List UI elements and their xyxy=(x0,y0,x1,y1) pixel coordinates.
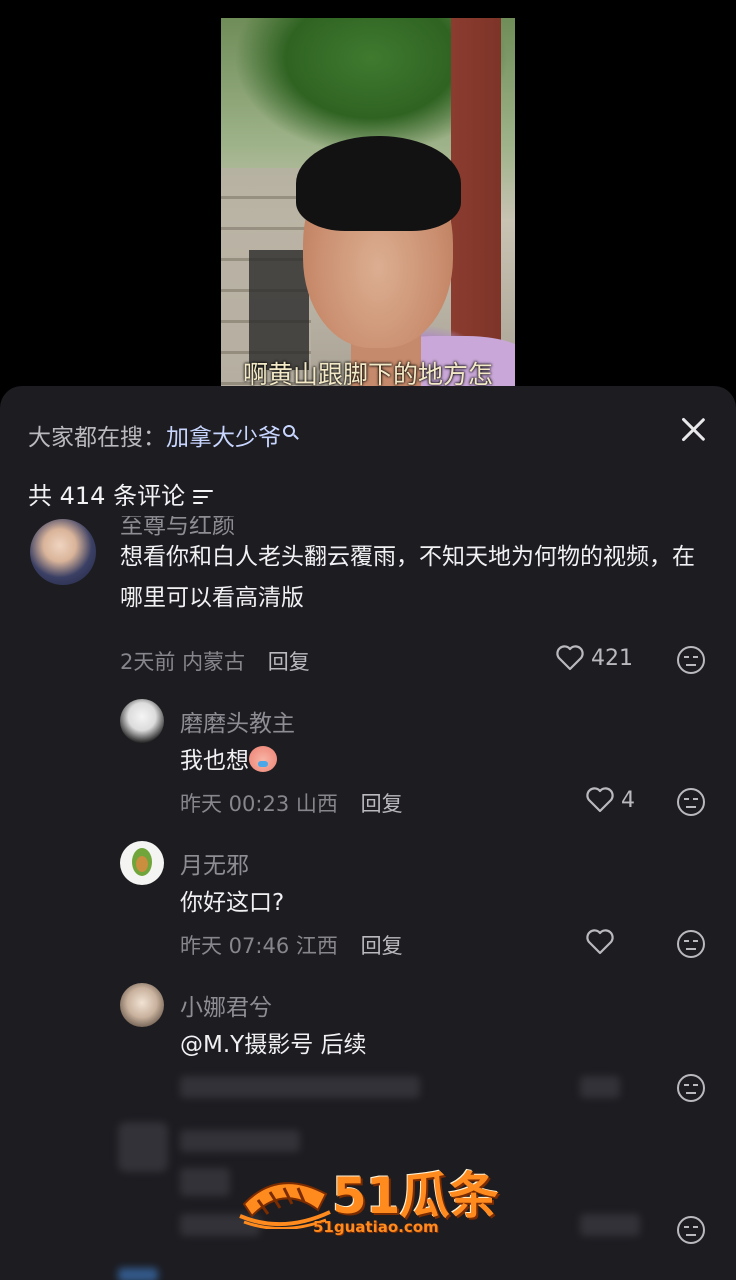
avatar[interactable] xyxy=(30,519,96,585)
watermark: 51瓜条 51guatiao.com xyxy=(238,1156,499,1240)
comment-meta: 昨天 07:46 江西 回复 xyxy=(180,930,403,960)
reply-button[interactable]: 回复 xyxy=(361,934,403,958)
comment-sheet: 大家都在搜：加拿大少爷 共 414 条评论 至尊与红颜 想看你和白人老头翻云覆雨… xyxy=(0,386,736,1280)
blurred-like xyxy=(580,1214,640,1236)
list-item: 月无邪 你好这口? 昨天 07:46 江西 回复 xyxy=(0,838,736,978)
list-item: 磨磨头教主 我也想 昨天 00:23 山西 回复 4 xyxy=(0,696,736,836)
comment-time: 昨天 00:23 xyxy=(180,792,290,816)
reply-button[interactable]: 回复 xyxy=(361,792,403,816)
comment-text[interactable]: @M.Y摄影号 后续 xyxy=(180,1025,367,1066)
blurred-meta xyxy=(180,1076,420,1098)
comment-username[interactable]: 磨磨头教主 xyxy=(180,704,295,738)
like-count: 421 xyxy=(591,645,633,671)
video-window xyxy=(249,250,309,370)
comment-meta: 2天前 内蒙古 回复 xyxy=(120,646,310,676)
dislike-icon[interactable] xyxy=(677,1216,705,1244)
comment-location: 江西 xyxy=(295,934,338,958)
avatar[interactable] xyxy=(120,699,164,743)
dislike-icon[interactable] xyxy=(677,1074,705,1102)
search-icon xyxy=(283,425,295,437)
comment-time: 2天前 xyxy=(120,650,176,674)
like-button[interactable]: 4 xyxy=(585,786,635,814)
comment-location: 山西 xyxy=(295,792,338,816)
blurred-avatar xyxy=(118,1122,168,1172)
comment-text[interactable]: 想看你和白人老头翻云覆雨，不知天地为何物的视频，在哪里可以看高清版 xyxy=(120,537,700,619)
sort-filter-icon[interactable] xyxy=(193,490,214,504)
dislike-icon[interactable] xyxy=(677,646,705,674)
comment-meta: 昨天 00:23 山西 回复 xyxy=(180,788,403,818)
blurred-username xyxy=(180,1130,300,1152)
heart-icon xyxy=(586,929,614,955)
comment-count: 共 414 条评论 xyxy=(28,476,214,511)
trending-search-prefix: 大家都在搜： xyxy=(28,425,166,451)
comment-username[interactable]: 月无邪 xyxy=(180,846,249,880)
like-count: 4 xyxy=(621,787,635,813)
video-player[interactable]: 啊黄山跟脚下的地方怎 xyxy=(0,0,736,400)
close-button[interactable] xyxy=(680,416,706,442)
heart-icon xyxy=(586,787,614,813)
list-item: 小娜君兮 @M.Y摄影号 后续 xyxy=(0,980,736,1120)
blurred-avatar xyxy=(118,1268,158,1280)
trending-search[interactable]: 大家都在搜：加拿大少爷 xyxy=(28,418,295,452)
crying-emoji-icon xyxy=(249,746,277,772)
reply-button[interactable]: 回复 xyxy=(268,650,310,674)
avatar[interactable] xyxy=(120,841,164,885)
comment-text[interactable]: 你好这口? xyxy=(180,883,284,924)
comment-text-content: 我也想 xyxy=(180,748,249,774)
video-subtitle: 啊黄山跟脚下的地方怎 xyxy=(242,360,493,389)
like-button[interactable]: 421 xyxy=(555,644,633,672)
like-button[interactable] xyxy=(585,928,621,956)
video-hair xyxy=(296,136,461,231)
comment-username[interactable]: 小娜君兮 xyxy=(180,988,272,1022)
heart-icon xyxy=(556,645,584,671)
comment-text[interactable]: 我也想 xyxy=(180,741,277,782)
comment-count-label: 共 414 条评论 xyxy=(28,482,186,510)
dislike-icon[interactable] xyxy=(677,930,705,958)
comment-time: 昨天 07:46 xyxy=(180,934,290,958)
watermark-url: 51guatiao.com xyxy=(313,1218,439,1236)
list-item: 至尊与红颜 想看你和白人老头翻云覆雨，不知天地为何物的视频，在哪里可以看高清版 … xyxy=(0,516,736,686)
video-frame[interactable] xyxy=(221,18,515,386)
blurred-like xyxy=(580,1076,620,1098)
trending-search-term[interactable]: 加拿大少爷 xyxy=(166,425,281,451)
dislike-icon[interactable] xyxy=(677,788,705,816)
blurred-text xyxy=(180,1168,230,1196)
comment-location: 内蒙古 xyxy=(182,650,246,674)
avatar[interactable] xyxy=(120,983,164,1027)
